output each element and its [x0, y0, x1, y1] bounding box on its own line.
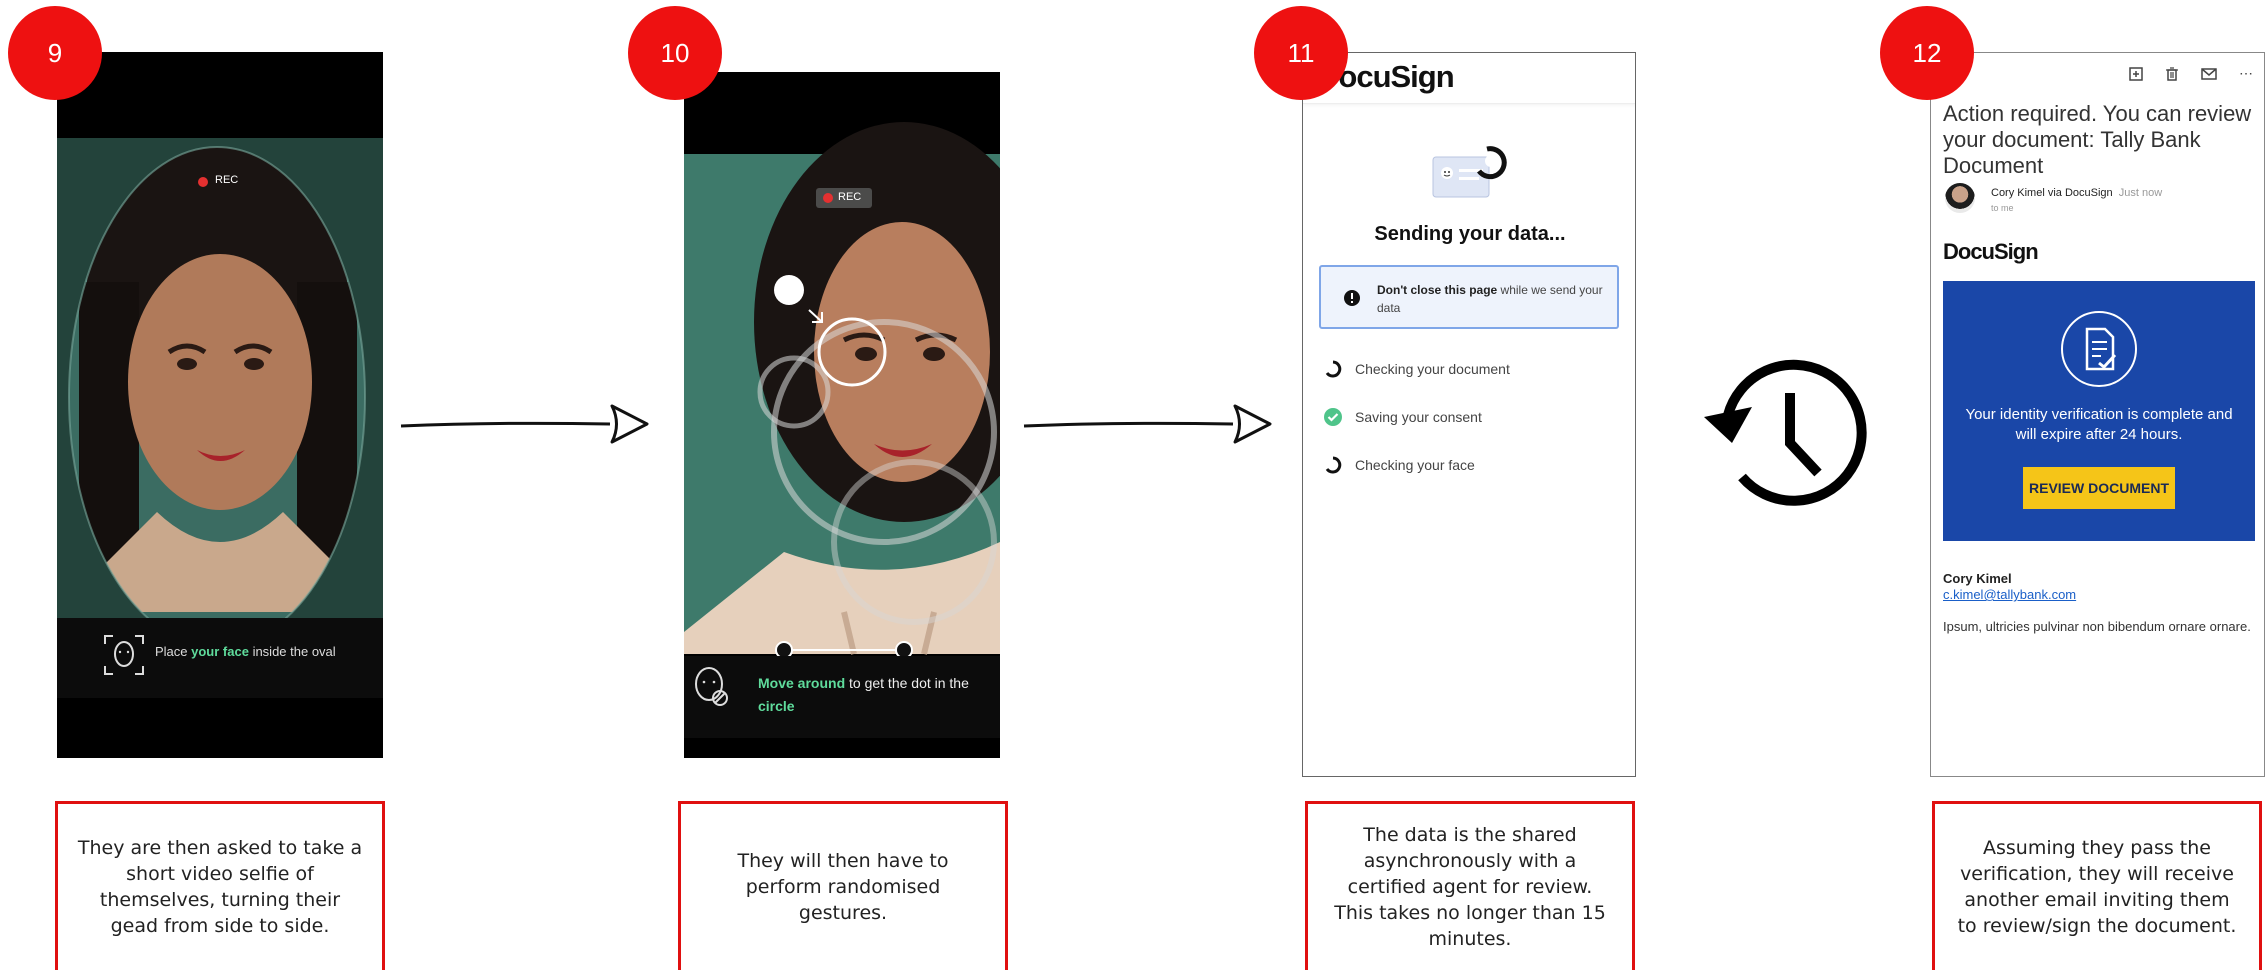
gesture-face-illustration [684, 122, 1000, 738]
check-circle-icon [1324, 408, 1342, 426]
check-item-face: Checking your face [1323, 455, 1475, 475]
face-gesture-icon [695, 667, 728, 706]
caption-step-12: Assuming they pass the verification, the… [1932, 801, 2262, 970]
verification-banner: Your identity verification is complete a… [1943, 281, 2255, 541]
docusign-header: DocuSign [1303, 53, 1635, 104]
notice-text: Don't close this page while we send your… [1377, 283, 1603, 315]
history-clock-icon [1704, 359, 1867, 506]
signer-name: Cory Kimel [1943, 571, 2012, 586]
rec-label: REC [215, 174, 239, 186]
docusign-logo: DocuSign [1943, 239, 2039, 264]
caption-step-10: They will then have to perform randomise… [678, 801, 1008, 970]
check-item-consent: Saving your consent [1323, 407, 1482, 427]
email-toolbar: ⋯ [2129, 65, 2254, 82]
document-check-icon [2061, 311, 2137, 387]
step-badge-9: 9 [8, 6, 102, 100]
recipient-line: to me [1991, 203, 2014, 213]
step-badge-10: 10 [628, 6, 722, 100]
caption-step-11: The data is the shared asynchronously wi… [1305, 801, 1635, 970]
email-body: Ipsum, ultricies pulvinar non bibendum o… [1943, 619, 2251, 634]
sending-heading: Sending your data... [1374, 223, 1566, 245]
check-item-document: Checking your document [1323, 359, 1510, 379]
trash-icon[interactable] [2165, 66, 2179, 81]
step-badge-12: 12 [1880, 6, 1974, 100]
spinner-icon [1325, 360, 1342, 378]
email-subject: Action required. You can review your doc… [1943, 101, 2252, 178]
face-scan-icon [104, 635, 144, 675]
caption-step-9: They are then asked to take a short vide… [55, 801, 385, 970]
screen-gestures: REC Move around to get the dot in the ci… [684, 72, 1000, 758]
alert-icon [1344, 290, 1360, 306]
document-upload-icon [1432, 146, 1507, 198]
arrow-right-icon [400, 404, 649, 444]
spinner-icon [1325, 456, 1342, 474]
avatar [1945, 183, 1975, 213]
face-instruction: Place your face inside the oval [155, 644, 336, 659]
arrow-right-icon [1023, 404, 1272, 444]
archive-icon[interactable] [2129, 66, 2143, 81]
screen-face-oval: REC Place your face inside the oval [57, 52, 383, 758]
signer-email-link[interactable]: c.kimel@tallybank.com [1943, 587, 2076, 602]
rec-label: REC [838, 191, 862, 203]
gesture-instruction: Move around to get the dot in the circle [758, 675, 969, 714]
step-badge-11: 11 [1254, 6, 1348, 100]
banner-text: Your identity verification is complete a… [1965, 406, 2233, 443]
mail-icon[interactable] [2201, 67, 2217, 80]
screen-email: ⋯ Action required. You can review your d… [1930, 52, 2265, 777]
more-icon[interactable]: ⋯ [2239, 65, 2254, 82]
screen-sending-data: DocuSign Sending your data... Don't clos… [1302, 52, 1636, 777]
sender-line: Cory Kimel via DocuSign Just now [1991, 187, 2163, 199]
notice-box: Don't close this page while we send your… [1319, 265, 1619, 329]
review-document-button[interactable]: REVIEW DOCUMENT [2023, 467, 2175, 509]
